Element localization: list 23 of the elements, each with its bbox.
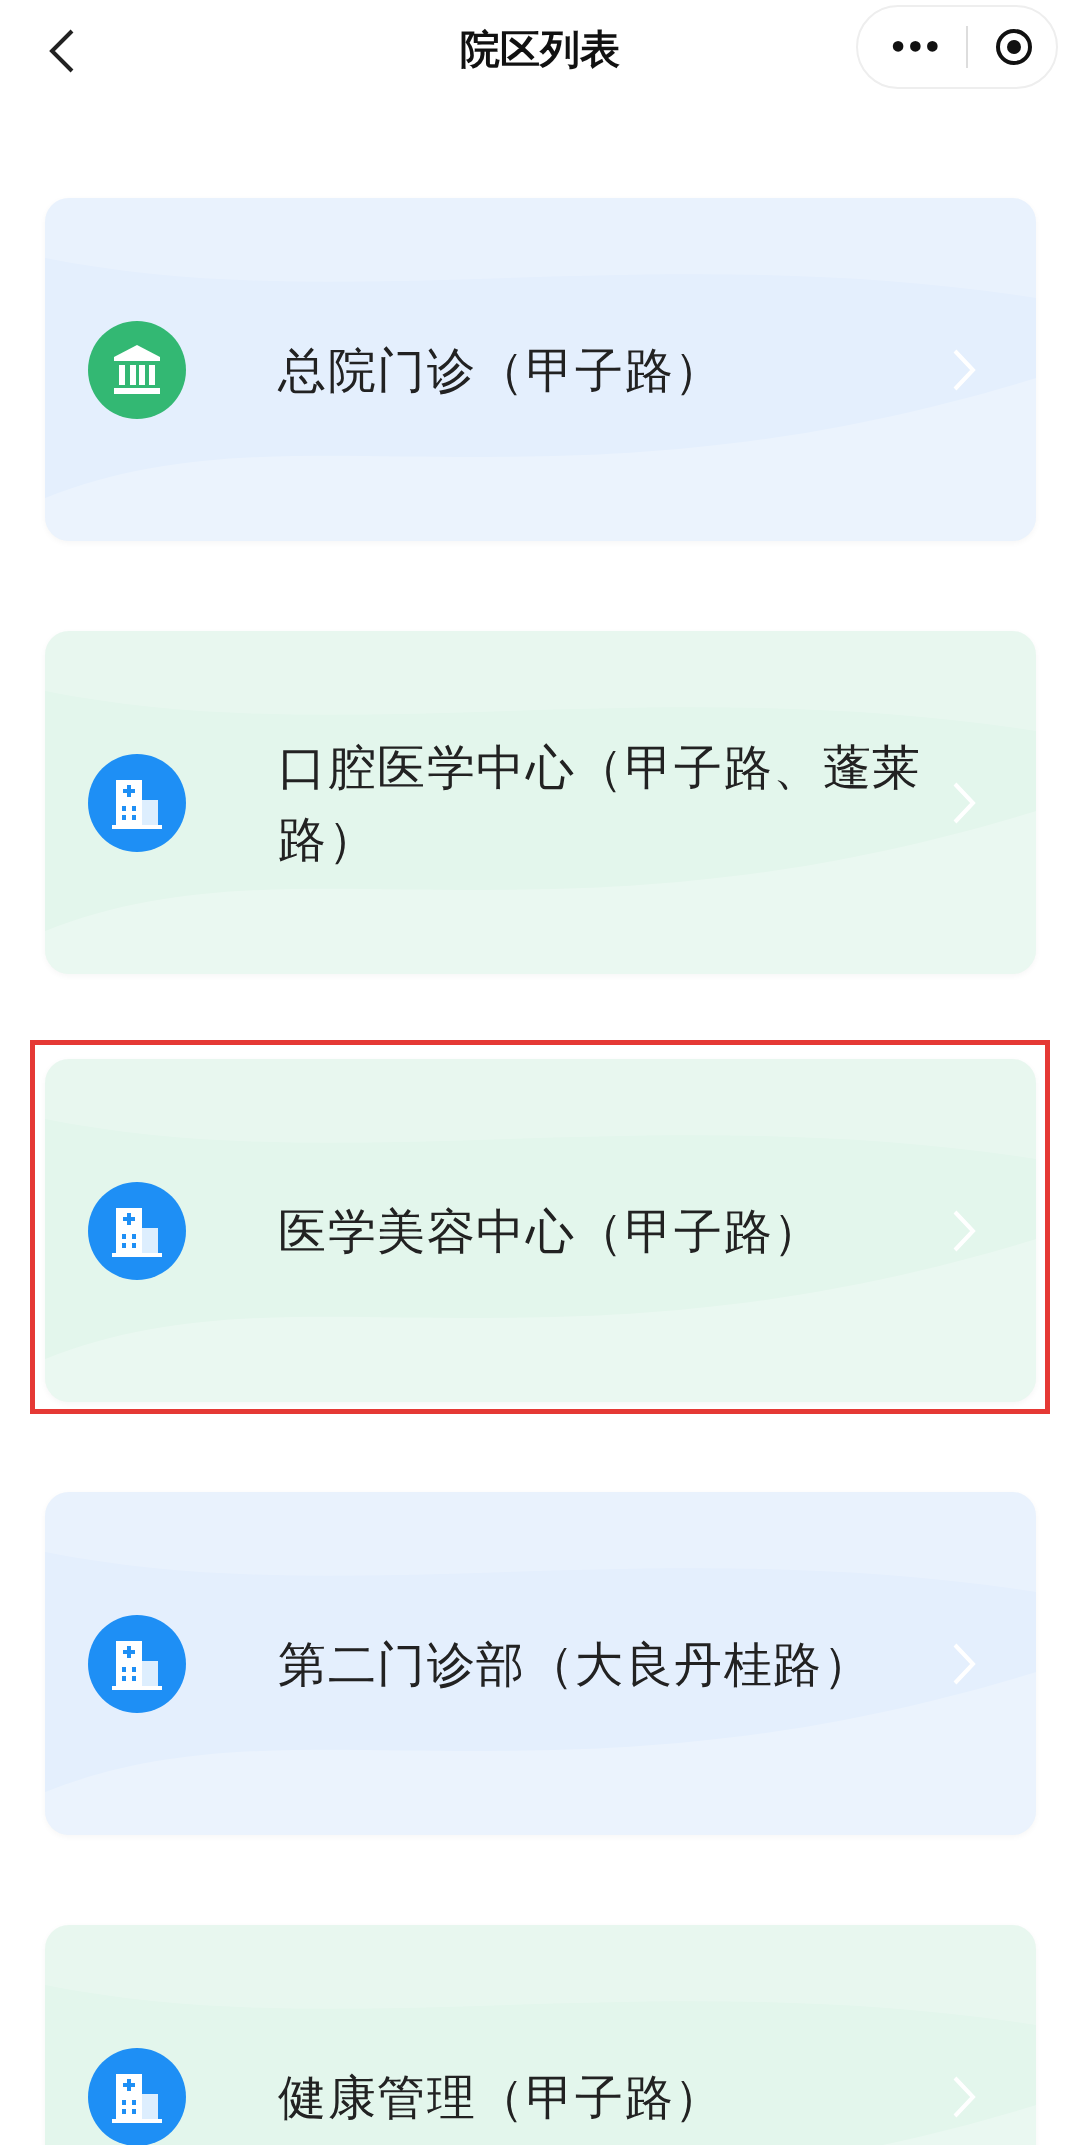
close-target-icon[interactable] bbox=[994, 27, 1034, 67]
chevron-right-icon bbox=[952, 1641, 976, 1686]
campus-card[interactable]: 医学美容中心（甲子路） bbox=[45, 1059, 1036, 1402]
page-title: 院区列表 bbox=[460, 25, 620, 74]
campus-name: 医学美容中心（甲子路） bbox=[278, 1201, 824, 1261]
chevron-right-icon bbox=[952, 780, 976, 825]
bank-icon bbox=[88, 320, 186, 419]
campus-card[interactable]: 口腔医学中心（甲子路、蓬莱路） bbox=[45, 631, 1036, 974]
campus-card[interactable]: 健康管理（甲子路） bbox=[45, 1925, 1036, 2145]
chevron-right-icon bbox=[952, 1208, 976, 1253]
campus-name: 口腔医学中心（甲子路、蓬莱路） bbox=[278, 737, 923, 869]
hospital-building-icon bbox=[88, 1614, 186, 1713]
campus-name: 健康管理（甲子路） bbox=[278, 2067, 725, 2127]
chevron-right-icon bbox=[952, 2074, 976, 2119]
campus-name: 第二门诊部（大良丹桂路） bbox=[278, 1634, 873, 1694]
chevron-right-icon bbox=[952, 347, 976, 392]
hospital-building-icon bbox=[88, 753, 186, 852]
campus-name: 总院门诊（甲子路） bbox=[278, 340, 725, 400]
campus-card[interactable]: 总院门诊（甲子路） bbox=[45, 198, 1036, 541]
hospital-building-icon bbox=[88, 2047, 186, 2145]
campus-card[interactable]: 第二门诊部（大良丹桂路） bbox=[45, 1492, 1036, 1835]
hospital-building-icon bbox=[88, 1181, 186, 1280]
more-button[interactable]: ••• bbox=[888, 29, 940, 65]
